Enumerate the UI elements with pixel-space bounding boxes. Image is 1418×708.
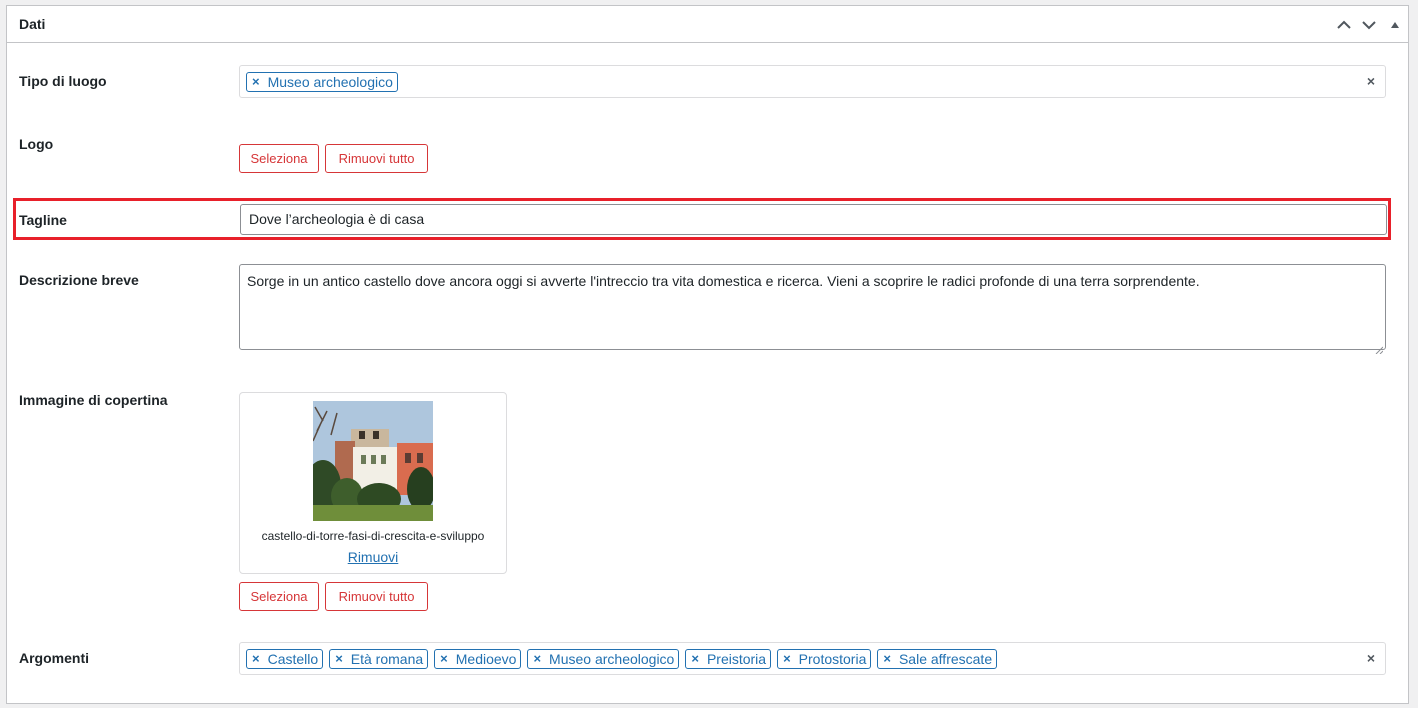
- logo-select-button[interactable]: Seleziona: [239, 144, 319, 173]
- chip-label: Sale affrescate: [898, 651, 993, 667]
- resize-grip-icon[interactable]: [1375, 339, 1384, 355]
- selected-chip: × Museo archeologico: [246, 72, 398, 92]
- argomenti-label: Argomenti: [19, 650, 89, 666]
- cover-image-card: castello-di-torre-fasi-di-crescita-e-svi…: [239, 392, 507, 574]
- clear-selection-icon[interactable]: ×: [1367, 650, 1375, 666]
- chip-label: Museo archeologico: [267, 74, 393, 90]
- chip-remove-icon[interactable]: ×: [440, 650, 448, 668]
- tagline-label: Tagline: [19, 212, 67, 228]
- immagine-di-copertina-label: Immagine di copertina: [19, 392, 168, 408]
- chip-remove-icon[interactable]: ×: [335, 650, 343, 668]
- descrizione-breve-textarea[interactable]: Sorge in un antico castello dove ancora …: [239, 264, 1386, 355]
- chip-remove-icon[interactable]: ×: [691, 650, 699, 668]
- chip-remove-icon[interactable]: ×: [252, 73, 260, 91]
- selected-chip: × Sale affrescate: [877, 649, 998, 669]
- chip-label: Protostoria: [798, 651, 867, 667]
- cover-image-remove-link[interactable]: Rimuovi: [240, 549, 506, 565]
- chip-remove-icon[interactable]: ×: [533, 650, 541, 668]
- cover-remove-all-button[interactable]: Rimuovi tutto: [325, 582, 428, 611]
- tagline-input[interactable]: Dove l’archeologia è di casa: [240, 204, 1387, 235]
- logo-label: Logo: [19, 136, 54, 152]
- chevron-down-icon[interactable]: [1359, 15, 1379, 35]
- argomenti-select[interactable]: × Castello × Età romana × Medioevo × Mus…: [239, 642, 1386, 675]
- chip-label: Preistoria: [706, 651, 767, 667]
- selected-chip: × Castello: [246, 649, 324, 669]
- tipo-di-luogo-label: Tipo di luogo: [19, 73, 107, 89]
- logo-remove-all-button[interactable]: Rimuovi tutto: [325, 144, 428, 173]
- panel-title: Dati: [19, 16, 46, 32]
- descrizione-breve-label: Descrizione breve: [19, 272, 139, 288]
- chip-label: Museo archeologico: [549, 651, 675, 667]
- chip-label: Medioevo: [455, 651, 517, 667]
- tipo-di-luogo-chips: × Museo archeologico: [246, 72, 398, 92]
- descrizione-breve-text: Sorge in un antico castello dove ancora …: [247, 273, 1200, 289]
- chip-label: Castello: [267, 651, 319, 667]
- argomenti-chips: × Castello × Età romana × Medioevo × Mus…: [246, 649, 998, 669]
- clear-selection-icon[interactable]: ×: [1367, 73, 1375, 89]
- selected-chip: × Protostoria: [777, 649, 872, 669]
- chevron-up-icon[interactable]: [1334, 15, 1354, 35]
- cover-image-filename: castello-di-torre-fasi-di-crescita-e-svi…: [261, 529, 485, 543]
- selected-chip: × Medioevo: [434, 649, 522, 669]
- cover-image-thumbnail: [313, 401, 433, 521]
- panel-header: Dati: [7, 6, 1408, 43]
- caret-up-icon[interactable]: [1385, 15, 1405, 35]
- selected-chip: × Preistoria: [685, 649, 772, 669]
- selected-chip: × Museo archeologico: [527, 649, 680, 669]
- selected-chip: × Età romana: [329, 649, 429, 669]
- dati-panel: Dati Tipo di luogo × Museo archeologico …: [6, 5, 1409, 704]
- tipo-di-luogo-select[interactable]: × Museo archeologico ×: [239, 65, 1386, 98]
- chip-label: Età romana: [350, 651, 424, 667]
- chip-remove-icon[interactable]: ×: [252, 650, 260, 668]
- chip-remove-icon[interactable]: ×: [783, 650, 791, 668]
- chip-remove-icon[interactable]: ×: [883, 650, 891, 668]
- cover-select-button[interactable]: Seleziona: [239, 582, 319, 611]
